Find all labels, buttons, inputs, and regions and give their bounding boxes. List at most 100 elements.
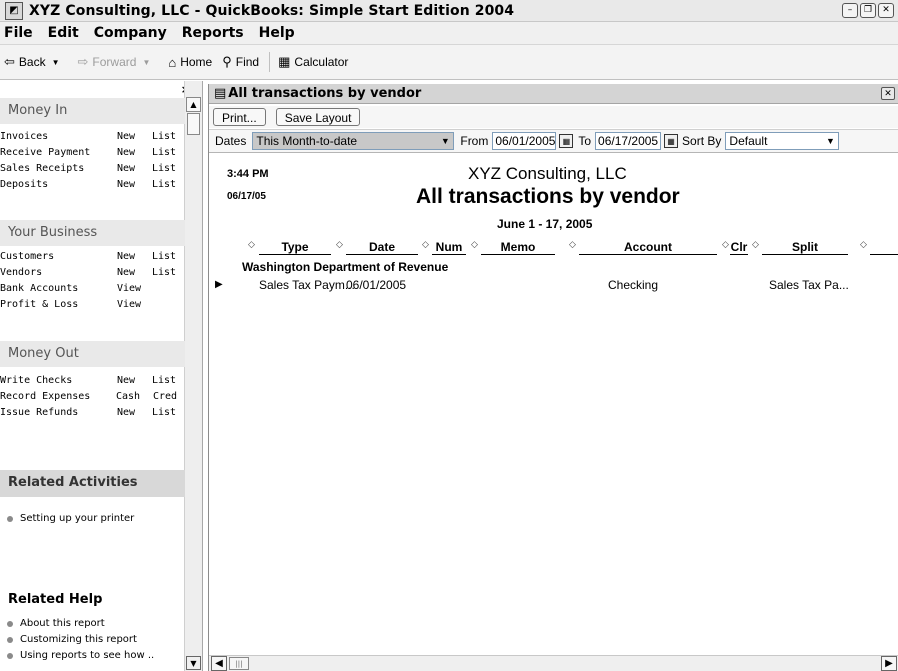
deposits-new-link[interactable]: New <box>117 179 135 190</box>
forward-arrow-icon: ⇨ <box>77 54 89 69</box>
home-icon: ⌂ <box>168 54 177 70</box>
menu-company[interactable]: Company <box>94 25 167 41</box>
related-help-item[interactable]: About this report <box>7 618 105 629</box>
receive-payment-list-link[interactable]: List <box>152 147 176 158</box>
menu-help[interactable]: Help <box>259 25 295 41</box>
invoices-new-link[interactable]: New <box>117 131 135 142</box>
find-button[interactable]: ⚲ Find <box>222 54 259 70</box>
back-button[interactable]: ⇦ Back ▼ <box>4 54 68 70</box>
column-header-split[interactable]: Split <box>762 240 848 255</box>
report-close-icon[interactable]: ✕ <box>881 87 895 100</box>
related-help-label: About this report <box>20 618 105 629</box>
scroll-thumb[interactable] <box>187 113 200 135</box>
column-header-clr[interactable]: Clr <box>730 240 748 255</box>
scroll-thumb[interactable]: ||| <box>229 657 249 670</box>
menu-file[interactable]: File <box>4 25 33 41</box>
column-handle-icon[interactable]: ◇ <box>752 240 759 250</box>
column-header-type[interactable]: Type <box>259 240 331 255</box>
related-help-label: Customizing this report <box>20 634 137 645</box>
related-help-item[interactable]: Using reports to see how .. <box>7 650 154 661</box>
nav-row-invoices: Invoices New List <box>0 131 185 145</box>
nav-row-profit-loss: Profit & Loss View <box>0 299 185 313</box>
nav-row-vendors: Vendors New List <box>0 267 185 281</box>
scroll-right-icon[interactable]: ▶ <box>881 656 897 671</box>
menu-reports[interactable]: Reports <box>182 25 244 41</box>
save-layout-button[interactable]: Save Layout <box>275 108 361 126</box>
close-icon[interactable]: ✕ <box>878 3 894 18</box>
nav-row-receive-payment: Receive Payment New List <box>0 147 185 161</box>
toolbar-separator <box>269 52 271 72</box>
column-handle-icon[interactable]: ◇ <box>860 240 867 250</box>
from-date-field[interactable]: 06/01/2005 <box>492 132 557 150</box>
customers-list-link[interactable]: List <box>152 251 176 262</box>
nav-row-record-expenses: Record Expenses Cash Cred <box>0 391 185 405</box>
bullet-icon <box>7 652 13 659</box>
related-help-item[interactable]: Customizing this report <box>7 634 137 645</box>
related-activity-item[interactable]: Setting up your printer <box>7 513 134 524</box>
nav-row-sales-receipts: Sales Receipts New List <box>0 163 185 177</box>
to-date-field[interactable]: 06/17/2005 <box>595 132 662 150</box>
issue-refunds-new-link[interactable]: New <box>117 407 135 418</box>
nav-row-bank-accounts: Bank Accounts View <box>0 283 185 297</box>
report-horizontal-scrollbar[interactable]: ◀ ||| ▶ <box>209 655 898 671</box>
column-header-date[interactable]: Date <box>346 240 418 255</box>
invoices-list-link[interactable]: List <box>152 131 176 142</box>
forward-dropdown-icon[interactable]: ▼ <box>142 58 150 67</box>
write-checks-new-link[interactable]: New <box>117 375 135 386</box>
column-handle-icon[interactable]: ◇ <box>471 240 478 250</box>
forward-button[interactable]: ⇨ Forward ▼ <box>78 54 159 70</box>
sort-by-select[interactable]: Default ▼ <box>725 132 840 150</box>
menu-bar: File Edit Company Reports Help <box>0 22 898 44</box>
scroll-up-icon[interactable]: ▲ <box>186 97 201 112</box>
customers-new-link[interactable]: New <box>117 251 135 262</box>
window-title: XYZ Consulting, LLC - QuickBooks: Simple… <box>29 2 515 19</box>
column-handle-icon[interactable]: ◇ <box>248 240 255 250</box>
related-activities-header: Related Activities <box>0 470 185 497</box>
nav-row-write-checks: Write Checks New List <box>0 375 185 389</box>
column-header-overflow[interactable] <box>870 240 898 255</box>
column-header-memo[interactable]: Memo <box>481 240 555 255</box>
record-expenses-credit-link[interactable]: Cred <box>153 391 177 402</box>
receive-payment-new-link[interactable]: New <box>117 147 135 158</box>
column-handle-icon[interactable]: ◇ <box>722 240 729 250</box>
vendor-group-name: Washington Department of Revenue <box>242 260 449 274</box>
column-header-account[interactable]: Account <box>579 240 717 255</box>
find-label: Find <box>235 55 260 69</box>
calculator-label: Calculator <box>294 55 349 69</box>
nav-label: Issue Refunds <box>0 407 79 418</box>
write-checks-list-link[interactable]: List <box>152 375 176 386</box>
vendors-list-link[interactable]: List <box>152 267 176 278</box>
from-calendar-icon[interactable]: ▦ <box>559 134 574 148</box>
issue-refunds-list-link[interactable]: List <box>152 407 176 418</box>
profit-loss-view-link[interactable]: View <box>117 299 141 310</box>
nav-label: Receive Payment <box>0 147 91 158</box>
chevron-down-icon[interactable]: ▼ <box>438 134 452 148</box>
restore-icon[interactable]: ❐ <box>860 3 876 18</box>
column-handle-icon[interactable]: ◇ <box>569 240 576 250</box>
deposits-list-link[interactable]: List <box>152 179 176 190</box>
scroll-left-icon[interactable]: ◀ <box>211 656 227 671</box>
scroll-down-icon[interactable]: ▼ <box>186 656 201 670</box>
back-dropdown-icon[interactable]: ▼ <box>52 58 60 67</box>
sales-receipts-list-link[interactable]: List <box>152 163 176 174</box>
sales-receipts-new-link[interactable]: New <box>117 163 135 174</box>
home-button[interactable]: ⌂ Home <box>168 55 212 70</box>
report-button-row: Print... Save Layout <box>209 106 898 128</box>
bank-accounts-view-link[interactable]: View <box>117 283 141 294</box>
column-handle-icon[interactable]: ◇ <box>336 240 343 250</box>
column-header-num[interactable]: Num <box>432 240 466 255</box>
navigator-scrollbar[interactable]: ▲ <box>184 81 202 671</box>
column-handle-icon[interactable]: ◇ <box>422 240 429 250</box>
to-calendar-icon[interactable]: ▦ <box>664 134 679 148</box>
menu-edit[interactable]: Edit <box>48 25 79 41</box>
quickbooks-app-icon[interactable]: ◩ <box>5 1 23 20</box>
vendors-new-link[interactable]: New <box>117 267 135 278</box>
calculator-button[interactable]: ▦ Calculator <box>278 54 348 70</box>
dates-select[interactable]: This Month-to-date ▼ <box>252 132 455 150</box>
nav-row-deposits: Deposits New List <box>0 179 185 193</box>
minimize-icon[interactable]: – <box>842 3 858 18</box>
chevron-down-icon[interactable]: ▼ <box>823 134 837 148</box>
sort-by-value: Default <box>729 134 768 148</box>
record-expenses-cash-link[interactable]: Cash <box>116 391 140 402</box>
print-button[interactable]: Print... <box>213 108 266 126</box>
